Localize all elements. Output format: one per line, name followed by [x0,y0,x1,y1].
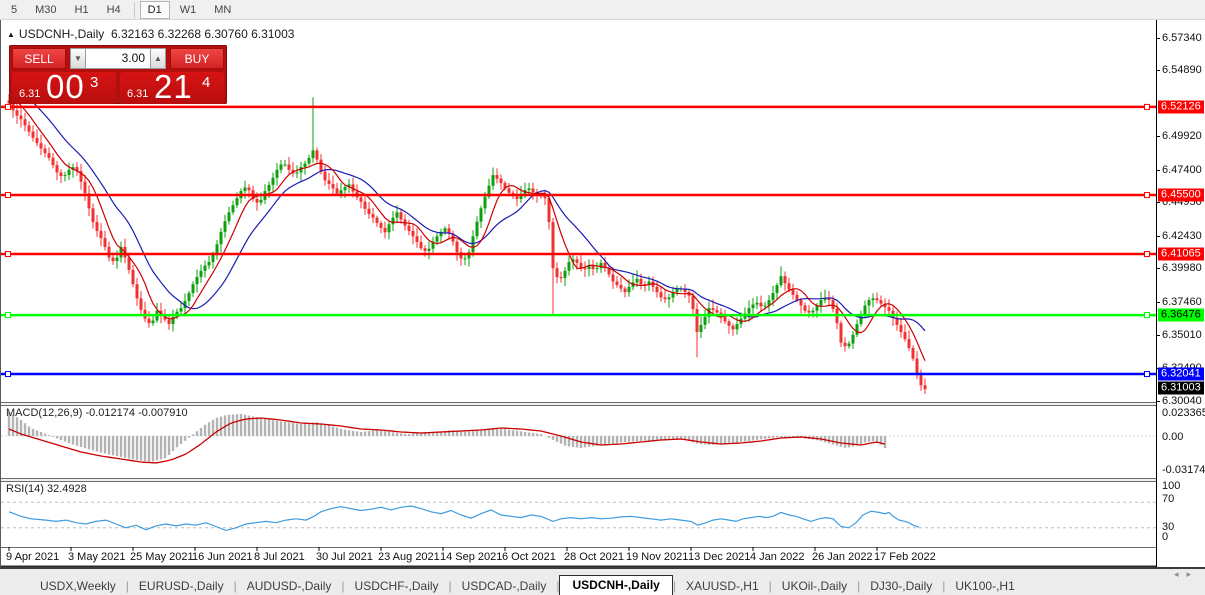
buy-quote-tile[interactable]: 6.31 21 4 [120,72,224,104]
date-axis-label: 6 Oct 2021 [502,551,556,563]
date-axis-label: 16 Jun 2021 [192,551,253,563]
date-axis-label: 9 Apr 2021 [6,551,60,563]
chart-tab-uk100-h1[interactable]: UK100-,H1 [945,578,1024,595]
price-axis-label: 6.37460 [1162,295,1202,308]
timeframe-button-5[interactable]: 5 [3,1,25,19]
trading-app-window: 5 M30 H1 H4 D1 W1 MN ▲ USDCNH-,Daily 6.32163 6.… [0,0,1205,595]
price-axis-tick [1156,301,1160,303]
date-axis-label: 13 Dec 2021 [688,551,751,563]
volume-decrease-icon[interactable]: ▼ [70,48,86,69]
date-axis-label: 14 Sep 2021 [440,551,503,563]
price-axis-label: 6.57340 [1162,31,1202,44]
rsi-axis-label: 0 [1162,531,1169,543]
date-axis-label: 3 May 2021 [68,551,126,563]
price-axis-label: 6.30040 [1162,394,1202,407]
date-axis-label: 19 Nov 2021 [626,551,689,563]
macd-axis-label: 0.00 [1162,431,1184,443]
price-axis-label: 6.49920 [1162,130,1202,143]
buy-price-pip: 4 [202,74,211,91]
price-axis-label: 6.42430 [1162,229,1202,242]
chart-window: ▲ USDCNH-,Daily 6.32163 6.32268 6.30760 6… [0,20,1205,567]
price-axis-label: 6.35010 [1162,328,1202,341]
price-axis-tick [1156,37,1160,39]
chart-tab-ukoil-daily[interactable]: UKOil-,Daily [772,578,857,595]
macd-axis-label: -0.031745 [1162,464,1205,476]
price-axis-tick [1156,202,1160,204]
price-axis-tick [1156,235,1160,237]
chart-symbol-period: USDCNH-,Daily [18,27,105,41]
chart-tab-audusd-daily[interactable]: AUDUSD-,Daily [237,578,342,595]
date-axis-label: 8 Jul 2021 [254,551,305,563]
current-price-badge: 6.31003 [1158,381,1204,395]
volume-input[interactable]: 3.00 [86,48,150,69]
level-price-badge: 6.32041 [1158,367,1204,381]
timeframe-button-h1[interactable]: H1 [67,1,97,19]
price-axis-line [1156,20,1157,567]
sell-button[interactable]: SELL [12,48,66,69]
date-axis-label: 25 May 2021 [130,551,194,563]
chart-tab-xauusd-h1[interactable]: XAUUSD-,H1 [676,578,769,595]
level-price-badge: 6.52126 [1158,100,1204,114]
rsi-indicator-label: RSI(14) 32.4928 [6,483,87,495]
macd-indicator-label: MACD(12,26,9) -0.012174 -0.007910 [6,407,188,419]
price-axis-tick [1156,268,1160,270]
timeframe-button-w1[interactable]: W1 [172,1,205,19]
date-axis-label: 23 Aug 2021 [378,551,440,563]
price-axis-tick [1156,169,1160,171]
date-axis-label: 26 Jan 2022 [812,551,873,563]
chart-tab-eurusd-daily[interactable]: EURUSD-,Daily [129,578,234,595]
timeframe-button-h4[interactable]: H4 [99,1,129,19]
collapse-icon[interactable]: ▲ [7,30,15,39]
macd-axis-label: 0.023365 [1162,407,1205,419]
chart-ohlc-values: 6.32163 6.32268 6.30760 6.31003 [110,27,295,41]
buy-price-big: 21 [154,72,193,104]
sell-quote-tile[interactable]: 6.31 00 3 [12,72,116,104]
buy-price-prefix: 6.31 [127,88,149,100]
sell-price-prefix: 6.31 [19,88,41,100]
timeframe-toolbar: 5 M30 H1 H4 D1 W1 MN [0,0,1205,20]
chart-tab-dj30-daily[interactable]: DJ30-,Daily [860,578,942,595]
price-axis-label: 6.47400 [1162,163,1202,176]
rsi-axis-label: 70 [1162,493,1175,505]
level-price-badge: 6.41065 [1158,247,1204,261]
price-axis-tick [1156,70,1160,72]
one-click-trade-panel: SELL ▼ 3.00 ▲ BUY 6.31 00 3 6.31 21 4 [9,45,227,104]
date-axis-label: 28 Oct 2021 [564,551,624,563]
price-axis-tick [1156,334,1160,336]
volume-increase-icon[interactable]: ▲ [150,48,166,69]
chart-tabbar: USDX,Weekly | EURUSD-,Daily | AUDUSD-,Daily |… [0,575,1205,595]
price-axis-tick [1156,136,1160,138]
chart-tab-usdcnh-daily[interactable]: USDCNH-,Daily [559,575,673,595]
timeframe-button-mn[interactable]: MN [206,1,239,19]
timeframe-button-m30[interactable]: M30 [27,1,64,19]
price-axis-label: 6.54890 [1162,64,1202,77]
date-axis-label: 30 Jul 2021 [316,551,373,563]
chart-tab-usdx-weekly[interactable]: USDX,Weekly [30,578,126,595]
rsi-axis-label: 100 [1162,480,1181,492]
toolbar-separator [133,1,135,18]
price-axis-tick [1156,400,1160,402]
chart-tab-usdcad-daily[interactable]: USDCAD-,Daily [452,578,557,595]
sell-price-big: 00 [46,72,85,104]
level-price-badge: 6.45500 [1158,188,1204,202]
sell-price-pip: 3 [90,74,99,91]
timeframe-button-d1[interactable]: D1 [139,0,170,19]
chart-tab-usdchf-daily[interactable]: USDCHF-,Daily [345,578,449,595]
price-axis-label: 6.39980 [1162,262,1202,275]
chart-title: ▲ USDCNH-,Daily 6.32163 6.32268 6.30760 6… [7,27,294,41]
buy-button[interactable]: BUY [170,48,224,69]
level-price-badge: 6.36476 [1158,308,1204,322]
date-axis-label: 17 Feb 2022 [874,551,936,563]
date-axis-label: 4 Jan 2022 [750,551,805,563]
